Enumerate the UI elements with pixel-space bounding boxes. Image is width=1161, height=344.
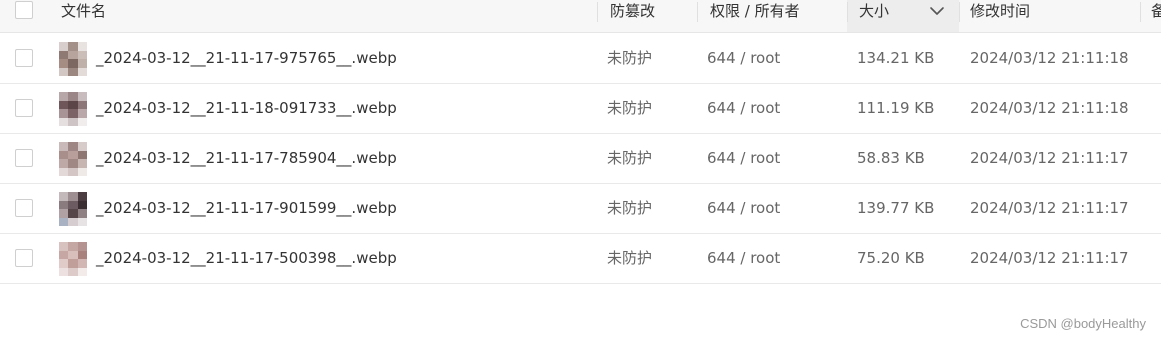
modified-time: 2024/03/12 21:11:18 — [970, 49, 1129, 67]
modified-time: 2024/03/12 21:11:18 — [970, 99, 1129, 117]
table-row[interactable]: _2024-03-12__21-11-17-500398__.webp 未防护 … — [0, 233, 1161, 284]
column-header-size[interactable]: 大小 — [859, 0, 889, 32]
image-thumbnail-icon[interactable] — [59, 42, 87, 76]
row-checkbox[interactable] — [15, 49, 33, 67]
table-row[interactable]: _2024-03-12__21-11-17-785904__.webp 未防护 … — [0, 133, 1161, 184]
column-divider[interactable] — [847, 2, 848, 22]
row-checkbox[interactable] — [15, 199, 33, 217]
modified-time: 2024/03/12 21:11:17 — [970, 249, 1129, 267]
file-table: 文件名 防篡改 权限 / 所有者 大小 修改时间 备 _2024-03-12__… — [0, 0, 1161, 344]
modified-time: 2024/03/12 21:11:17 — [970, 199, 1129, 217]
column-header-mtime[interactable]: 修改时间 — [970, 0, 1030, 32]
column-header-name[interactable]: 文件名 — [61, 0, 106, 32]
column-divider[interactable] — [1140, 2, 1141, 22]
permission-owner[interactable]: 644 / root — [707, 233, 780, 283]
file-size: 111.19 KB — [857, 99, 935, 117]
table-header: 文件名 防篡改 权限 / 所有者 大小 修改时间 备 — [0, 0, 1161, 33]
file-name-link[interactable]: _2024-03-12__21-11-17-975765__.webp — [96, 33, 397, 83]
image-thumbnail-icon[interactable] — [59, 242, 87, 276]
image-thumbnail-icon[interactable] — [59, 92, 87, 126]
protect-status: 未防护 — [607, 99, 653, 117]
image-thumbnail-icon[interactable] — [59, 192, 87, 226]
column-divider[interactable] — [697, 2, 698, 22]
permission-owner[interactable]: 644 / root — [707, 33, 780, 83]
column-header-extra[interactable]: 备 — [1151, 0, 1161, 32]
column-header-protect[interactable]: 防篡改 — [610, 0, 655, 32]
column-header-permission[interactable]: 权限 / 所有者 — [710, 0, 800, 32]
column-divider[interactable] — [959, 2, 960, 22]
file-size: 139.77 KB — [857, 199, 935, 217]
row-checkbox[interactable] — [15, 149, 33, 167]
file-size: 75.20 KB — [857, 249, 925, 267]
row-checkbox[interactable] — [15, 99, 33, 117]
permission-owner[interactable]: 644 / root — [707, 183, 780, 233]
chevron-down-icon[interactable] — [929, 3, 945, 19]
protect-status: 未防护 — [607, 249, 653, 267]
row-checkbox[interactable] — [15, 249, 33, 267]
permission-owner[interactable]: 644 / root — [707, 133, 780, 183]
file-size: 134.21 KB — [857, 49, 935, 67]
image-thumbnail-icon[interactable] — [59, 142, 87, 176]
select-all-checkbox[interactable] — [15, 1, 33, 19]
watermark: CSDN @bodyHealthy — [1020, 316, 1146, 331]
file-size: 58.83 KB — [857, 149, 925, 167]
column-divider[interactable] — [597, 2, 598, 22]
protect-status: 未防护 — [607, 149, 653, 167]
permission-owner[interactable]: 644 / root — [707, 83, 780, 133]
protect-status: 未防护 — [607, 49, 653, 67]
table-row[interactable]: _2024-03-12__21-11-17-901599__.webp 未防护 … — [0, 183, 1161, 234]
table-row[interactable]: _2024-03-12__21-11-17-975765__.webp 未防护 … — [0, 33, 1161, 84]
protect-status: 未防护 — [607, 199, 653, 217]
file-name-link[interactable]: _2024-03-12__21-11-17-785904__.webp — [96, 133, 397, 183]
file-name-link[interactable]: _2024-03-12__21-11-17-901599__.webp — [96, 183, 397, 233]
file-name-link[interactable]: _2024-03-12__21-11-18-091733__.webp — [96, 83, 397, 133]
file-name-link[interactable]: _2024-03-12__21-11-17-500398__.webp — [96, 233, 397, 283]
modified-time: 2024/03/12 21:11:17 — [970, 149, 1129, 167]
table-row[interactable]: _2024-03-12__21-11-18-091733__.webp 未防护 … — [0, 83, 1161, 134]
